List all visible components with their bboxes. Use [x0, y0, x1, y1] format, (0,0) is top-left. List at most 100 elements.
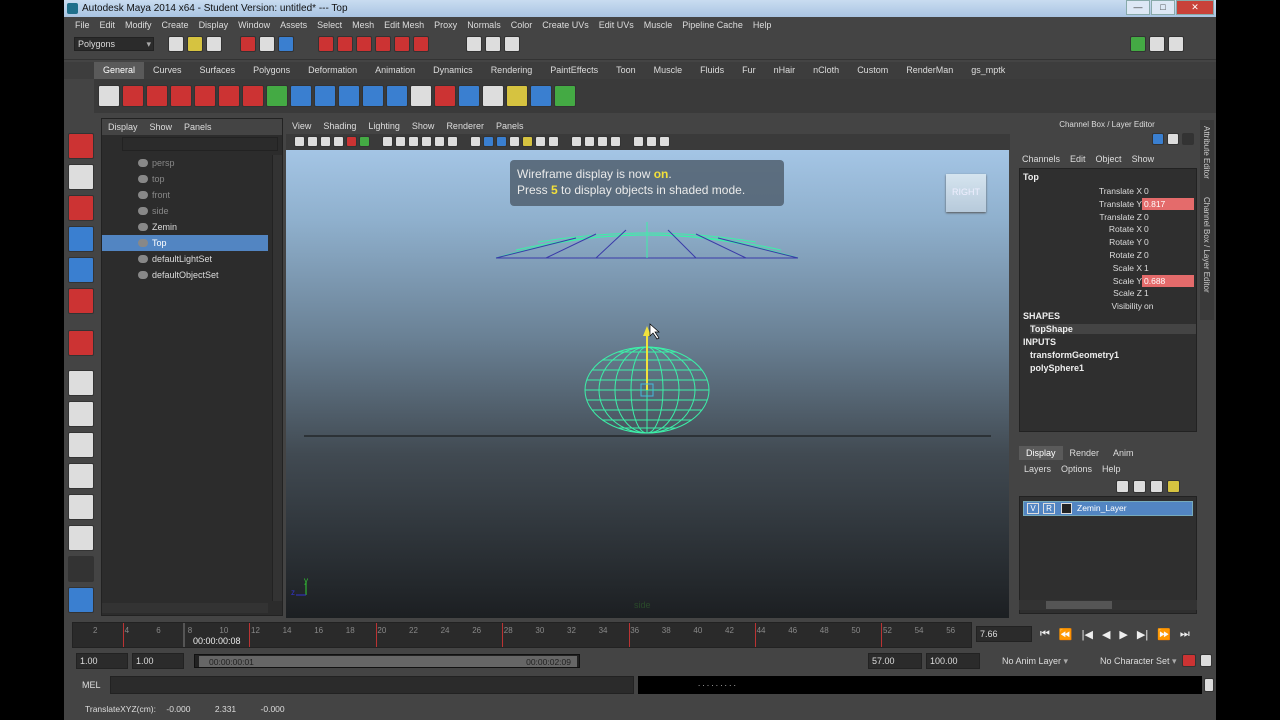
view-cube[interactable]: RIGHT — [946, 174, 986, 212]
menu-window[interactable]: Window — [233, 17, 275, 34]
shelf-tab-animation[interactable]: Animation — [366, 62, 424, 79]
wave-icon[interactable] — [218, 85, 240, 107]
shelf-tab-rendering[interactable]: Rendering — [482, 62, 542, 79]
twist-icon[interactable] — [242, 85, 264, 107]
help-icon[interactable] — [122, 85, 144, 107]
shelf-tab-dynamics[interactable]: Dynamics — [424, 62, 482, 79]
new-layer-selected-icon[interactable] — [1167, 480, 1180, 493]
shelf-tab-toon[interactable]: Toon — [607, 62, 645, 79]
move-layer-icon[interactable] — [1116, 480, 1129, 493]
snap-grid-icon[interactable] — [466, 36, 482, 52]
layer-visibility-toggle[interactable]: V — [1027, 503, 1039, 514]
shelf-tab-gs_mptk[interactable]: gs_mptk — [962, 62, 1014, 79]
all-lights-icon[interactable] — [522, 136, 533, 147]
channel-menu-channels[interactable]: Channels — [1022, 154, 1060, 164]
move-pivot-icon[interactable] — [266, 85, 288, 107]
channel-row[interactable]: Scale X1 — [1020, 262, 1194, 274]
uv-icon[interactable] — [482, 85, 504, 107]
range-slider[interactable]: 00:00:00:01 00:00:02:09 — [194, 654, 580, 668]
minimize-button[interactable]: — — [1126, 0, 1150, 15]
menu-edit-mesh[interactable]: Edit Mesh — [379, 17, 429, 34]
anim-layer-dropdown[interactable]: No Anim Layer — [1002, 653, 1068, 669]
input-node[interactable]: polySphere1 — [1030, 363, 1084, 373]
animation-prefs-icon[interactable] — [1200, 654, 1212, 667]
channel-value[interactable]: 1 — [1142, 287, 1194, 299]
scale-tool-icon[interactable] — [68, 288, 94, 314]
animation-start-field[interactable]: 1.00 — [76, 653, 128, 669]
menu-modify[interactable]: Modify — [120, 17, 157, 34]
layer-color-swatch[interactable] — [1061, 503, 1072, 514]
layer-reference-toggle[interactable]: R — [1043, 503, 1055, 514]
select-component-icon[interactable] — [278, 36, 294, 52]
input-node[interactable]: transformGeometry1 — [1030, 350, 1119, 360]
range-slider-thumb[interactable]: 00:00:00:01 00:00:02:09 — [199, 656, 577, 667]
layout-options-icon[interactable] — [68, 556, 94, 582]
hypershade-icon[interactable] — [458, 85, 480, 107]
surface-mask-icon[interactable] — [375, 36, 391, 52]
playback-start-field[interactable]: 1.00 — [132, 653, 184, 669]
save-scene-icon[interactable] — [206, 36, 222, 52]
script-icon[interactable] — [554, 85, 576, 107]
single-view-layout-icon[interactable] — [68, 370, 94, 396]
side-viewport[interactable]: Wireframe display is now on. Press 5 to … — [286, 150, 1009, 618]
film-gate-icon[interactable] — [359, 136, 370, 147]
channel-menu-object[interactable]: Object — [1096, 154, 1122, 164]
antialias-icon[interactable] — [584, 136, 595, 147]
menu-mesh[interactable]: Mesh — [347, 17, 379, 34]
outliner-horizontal-scrollbar[interactable] — [102, 603, 268, 613]
shelf-tab-fur[interactable]: Fur — [733, 62, 765, 79]
outliner-menu-display[interactable]: Display — [108, 122, 138, 132]
viewport-menu-lighting[interactable]: Lighting — [368, 121, 400, 131]
auto-key-icon[interactable] — [1182, 654, 1196, 667]
menu-proxy[interactable]: Proxy — [429, 17, 462, 34]
snap-point-icon[interactable] — [504, 36, 520, 52]
select-hierarchy-icon[interactable] — [240, 36, 256, 52]
channel-value[interactable]: 0.688 — [1142, 274, 1194, 287]
menu-file[interactable]: File — [70, 17, 95, 34]
xray-joints-icon[interactable] — [646, 136, 657, 147]
viewport-menu-show[interactable]: Show — [412, 121, 435, 131]
channel-row[interactable]: Rotate X0 — [1020, 223, 1194, 235]
shelf-tab-deformation[interactable]: Deformation — [299, 62, 366, 79]
new-scene-icon[interactable] — [168, 36, 184, 52]
attribute-editor-tab[interactable]: Attribute Editor — [1202, 126, 1211, 179]
layer-editor-scrollbar[interactable] — [1019, 600, 1197, 610]
menu-select[interactable]: Select — [312, 17, 347, 34]
outliner-item[interactable]: Top — [102, 235, 268, 251]
menu-set-selector[interactable]: Polygons — [74, 37, 154, 51]
shelf-tab-general[interactable]: General — [94, 62, 145, 79]
safe-title-icon[interactable] — [408, 136, 419, 147]
move-tool-icon[interactable] — [68, 226, 94, 252]
channel-box-display-icon[interactable] — [1152, 133, 1164, 145]
open-scene-icon[interactable] — [187, 36, 203, 52]
depth-of-field-icon[interactable] — [597, 136, 608, 147]
rotate-tool-icon[interactable] — [68, 257, 94, 283]
select-tool-icon[interactable] — [68, 133, 94, 159]
curve-mask-icon[interactable] — [356, 36, 372, 52]
menu-pipeline-cache[interactable]: Pipeline Cache — [677, 17, 748, 34]
menu-muscle[interactable]: Muscle — [639, 17, 678, 34]
maximize-button[interactable]: □ — [1151, 0, 1175, 15]
layer-stack-icon[interactable] — [1133, 480, 1146, 493]
menu-normals[interactable]: Normals — [462, 17, 506, 34]
two-view-layout-icon[interactable] — [68, 432, 94, 458]
hud-icon[interactable] — [610, 136, 621, 147]
shadows-icon[interactable] — [535, 136, 546, 147]
viewport-menu-panels[interactable]: Panels — [496, 121, 524, 131]
xray-icon[interactable] — [434, 136, 445, 147]
script-editor-icon[interactable] — [1204, 678, 1214, 692]
layer-editor-scroll-thumb[interactable] — [1046, 601, 1112, 609]
move-manipulator[interactable] — [640, 326, 654, 397]
time-slider-track[interactable]: 00:00:00:08 2 4 6 8 10 12 14 16 18 20 22 24 26 28 30 32… — [72, 622, 972, 648]
snap-curve-icon[interactable] — [485, 36, 501, 52]
shelf-tab-surfaces[interactable]: Surfaces — [191, 62, 245, 79]
outliner-item[interactable]: side — [102, 203, 268, 219]
playback-button[interactable]: ⏪ — [1059, 628, 1073, 641]
outliner-layout-icon[interactable] — [68, 463, 94, 489]
layer-menu-layers[interactable]: Layers — [1024, 464, 1051, 474]
shelf-tab-polygons[interactable]: Polygons — [244, 62, 299, 79]
menu-help[interactable]: Help — [748, 17, 777, 34]
render-icon[interactable] — [434, 85, 456, 107]
playback-button[interactable]: ⏭ — [1180, 628, 1190, 641]
bookmark-icon[interactable] — [320, 136, 331, 147]
